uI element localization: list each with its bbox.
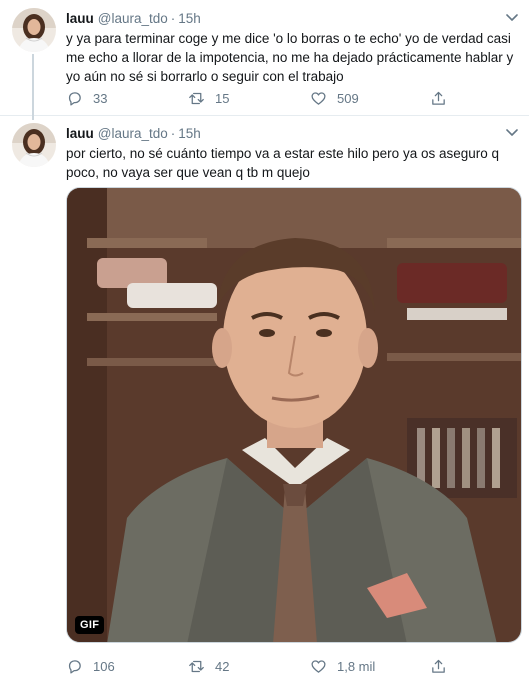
like-button[interactable]: 1,8 mil — [310, 654, 375, 678]
tweet[interactable]: lauu @laura_tdo · 15h por cierto, no sé … — [0, 117, 529, 689]
avatar-column — [12, 8, 56, 120]
retweet-icon — [189, 92, 204, 104]
separator-dot: · — [170, 10, 176, 26]
display-name[interactable]: lauu — [66, 11, 94, 26]
display-name[interactable]: lauu — [66, 126, 94, 141]
gif-badge: GIF — [75, 616, 105, 634]
retweet-count: 15 — [215, 90, 230, 106]
tweet-text: por cierto, no sé cuánto tiempo va a est… — [66, 146, 500, 180]
gif-media[interactable]: GIF — [66, 187, 522, 643]
like-count: 1,8 mil — [337, 658, 376, 674]
reply-button[interactable]: 106 — [66, 654, 115, 678]
reply-icon — [68, 91, 81, 106]
retweet-icon — [189, 660, 204, 672]
like-count: 509 — [337, 90, 359, 106]
tweet[interactable]: lauu @laura_tdo · 15h y ya para terminar… — [0, 0, 529, 120]
tweet-actions: 33 15 509 — [66, 86, 529, 110]
gif-image — [67, 188, 521, 642]
chevron-down-icon[interactable] — [505, 127, 519, 139]
share-icon — [432, 91, 445, 105]
tweet-header: lauu @laura_tdo · 15h — [66, 8, 519, 28]
reply-icon — [68, 659, 81, 674]
heart-icon — [311, 659, 326, 673]
like-button[interactable]: 509 — [310, 86, 359, 110]
tweet-body: lauu @laura_tdo · 15h por cierto, no sé … — [66, 123, 519, 182]
heart-icon — [311, 91, 326, 105]
share-button[interactable] — [430, 654, 447, 678]
retweet-button[interactable]: 15 — [188, 86, 229, 110]
thread-connector-line — [32, 54, 34, 120]
retweet-count: 42 — [215, 658, 230, 674]
timestamp[interactable]: 15h — [178, 11, 201, 26]
reply-count: 33 — [93, 90, 108, 106]
user-handle[interactable]: @laura_tdo — [98, 126, 168, 141]
tweet-text: y ya para terminar coge y me dice 'o lo … — [66, 31, 514, 84]
retweet-button[interactable]: 42 — [188, 654, 229, 678]
avatar-column — [12, 123, 56, 167]
chevron-down-icon[interactable] — [505, 12, 519, 24]
user-handle[interactable]: @laura_tdo — [98, 11, 168, 26]
avatar[interactable] — [12, 8, 56, 52]
reply-count: 106 — [93, 658, 115, 674]
avatar[interactable] — [12, 123, 56, 167]
tweet-body: lauu @laura_tdo · 15h y ya para terminar… — [66, 8, 519, 86]
tweet-header: lauu @laura_tdo · 15h — [66, 123, 519, 143]
tweet-actions: 106 42 1,8 mil — [66, 654, 529, 678]
separator-dot: · — [170, 125, 176, 141]
share-icon — [432, 659, 445, 673]
timestamp[interactable]: 15h — [178, 126, 201, 141]
reply-button[interactable]: 33 — [66, 86, 107, 110]
share-button[interactable] — [430, 86, 447, 110]
